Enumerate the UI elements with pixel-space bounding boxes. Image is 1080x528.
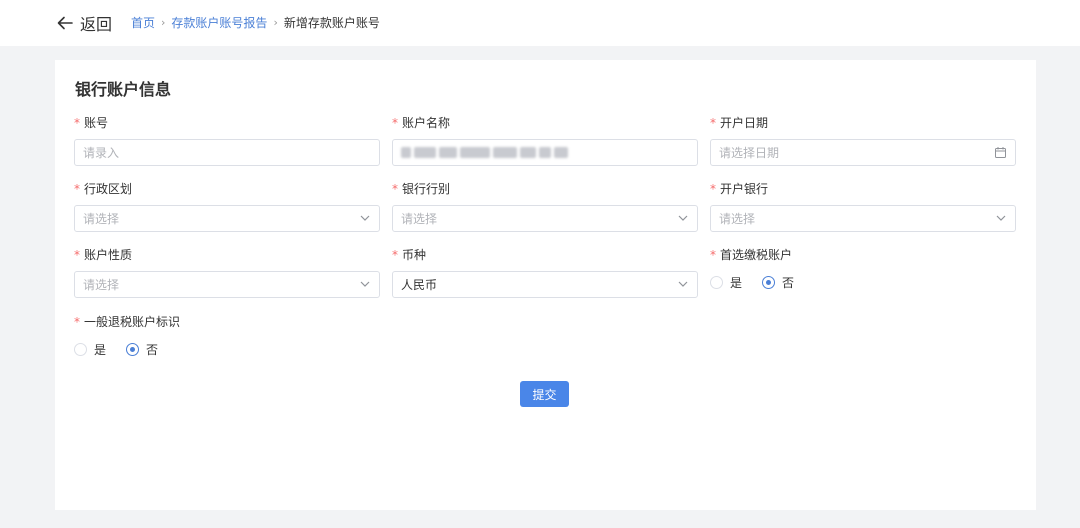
field-label: * 一般退税账户标识 bbox=[74, 314, 380, 330]
open-date-picker[interactable]: 请选择日期 bbox=[710, 139, 1016, 166]
preferred-tax-account-radio-group: 是 否 bbox=[710, 273, 1016, 291]
top-bar: 返回 首页 › 存款账户账号报告 › 新增存款账户账号 bbox=[0, 0, 1080, 46]
account-nature-select[interactable]: 请选择 bbox=[74, 271, 380, 298]
open-date-label: 开户日期 bbox=[720, 116, 769, 130]
required-mark: * bbox=[74, 248, 80, 262]
breadcrumb-current: 新增存款账户账号 bbox=[283, 16, 380, 30]
calendar-icon bbox=[995, 147, 1006, 158]
radio-option-yes[interactable]: 是 bbox=[710, 274, 742, 291]
field-admin-region: * 行政区划 请选择 bbox=[74, 181, 380, 232]
breadcrumb-home[interactable]: 首页 bbox=[131, 14, 155, 31]
admin-region-placeholder: 请选择 bbox=[83, 212, 120, 226]
chevron-down-icon bbox=[996, 215, 1006, 221]
section-title: 银行账户信息 bbox=[75, 80, 172, 99]
back-label: 返回 bbox=[80, 15, 113, 34]
radio-label-no: 否 bbox=[782, 275, 795, 290]
required-mark: * bbox=[710, 116, 716, 130]
field-account-name: * 账户名称 bbox=[392, 115, 698, 166]
chevron-down-icon bbox=[678, 215, 688, 221]
required-mark: * bbox=[74, 182, 80, 196]
currency-label: 币种 bbox=[402, 248, 427, 262]
back-button[interactable]: 返回 bbox=[56, 11, 112, 35]
currency-select[interactable]: 人民币 bbox=[392, 271, 698, 298]
breadcrumb-chevron-right-icon: › bbox=[273, 16, 278, 29]
radio-label-yes: 是 bbox=[94, 342, 107, 357]
arrow-left-icon bbox=[57, 16, 73, 30]
field-label: * 账户性质 bbox=[74, 247, 380, 263]
admin-region-select[interactable]: 请选择 bbox=[74, 205, 380, 232]
radio-circle[interactable] bbox=[74, 342, 87, 356]
opening-bank-select[interactable]: 请选择 bbox=[710, 205, 1016, 232]
chevron-down-icon bbox=[360, 281, 370, 287]
chevron-down-icon bbox=[678, 281, 688, 287]
field-open-date: * 开户日期 请选择日期 bbox=[710, 115, 1016, 166]
required-mark: * bbox=[74, 116, 80, 130]
required-mark: * bbox=[392, 182, 398, 196]
field-preferred-tax-account: * 首选缴税账户 是 否 bbox=[710, 247, 1016, 291]
radio-option-yes[interactable]: 是 bbox=[74, 341, 106, 358]
required-mark: * bbox=[392, 116, 398, 130]
account-number-input[interactable]: 请录入 bbox=[74, 139, 380, 166]
account-nature-placeholder: 请选择 bbox=[83, 278, 120, 292]
required-mark: * bbox=[74, 315, 80, 329]
radio-circle-selected[interactable] bbox=[126, 342, 140, 356]
general-refund-flag-radio-group: 是 否 bbox=[74, 340, 380, 358]
submit-button[interactable]: 提交 bbox=[520, 381, 569, 407]
field-account-nature: * 账户性质 请选择 bbox=[74, 247, 380, 298]
breadcrumb-chevron-right-icon: › bbox=[161, 16, 166, 29]
redacted-value bbox=[401, 147, 568, 158]
currency-value: 人民币 bbox=[401, 278, 438, 292]
opening-bank-label: 开户银行 bbox=[720, 182, 769, 196]
chevron-down-icon bbox=[360, 215, 370, 221]
radio-circle[interactable] bbox=[710, 275, 723, 289]
field-label: * 账号 bbox=[74, 115, 380, 131]
radio-circle-selected[interactable] bbox=[762, 275, 776, 289]
bank-category-label: 银行行别 bbox=[402, 182, 451, 196]
radio-label-no: 否 bbox=[146, 342, 159, 357]
preferred-tax-account-label: 首选缴税账户 bbox=[720, 248, 793, 262]
account-name-label: 账户名称 bbox=[402, 116, 451, 130]
field-label: * 开户日期 bbox=[710, 115, 1016, 131]
field-label: * 首选缴税账户 bbox=[710, 247, 1016, 263]
radio-option-no[interactable]: 否 bbox=[126, 341, 158, 358]
field-general-refund-flag: * 一般退税账户标识 是 否 bbox=[74, 314, 380, 358]
required-mark: * bbox=[710, 248, 716, 262]
form-panel: 银行账户信息 * 账号 请录入 * 账户名称 * 开户日期 请选择日期 * 行政区划 bbox=[55, 60, 1036, 510]
account-name-input[interactable] bbox=[392, 139, 698, 166]
general-refund-flag-label: 一般退税账户标识 bbox=[84, 315, 181, 329]
field-label: * 币种 bbox=[392, 247, 698, 263]
bank-category-placeholder: 请选择 bbox=[401, 212, 438, 226]
required-mark: * bbox=[710, 182, 716, 196]
field-account-number: * 账号 请录入 bbox=[74, 115, 380, 166]
open-date-placeholder: 请选择日期 bbox=[719, 146, 780, 160]
account-number-placeholder: 请录入 bbox=[83, 146, 120, 160]
opening-bank-placeholder: 请选择 bbox=[719, 212, 756, 226]
field-currency: * 币种 人民币 bbox=[392, 247, 698, 298]
field-opening-bank: * 开户银行 请选择 bbox=[710, 181, 1016, 232]
field-label: * 开户银行 bbox=[710, 181, 1016, 197]
required-mark: * bbox=[392, 248, 398, 262]
field-label: * 银行行别 bbox=[392, 181, 698, 197]
field-label: * 行政区划 bbox=[74, 181, 380, 197]
admin-region-label: 行政区划 bbox=[84, 182, 133, 196]
breadcrumb: 首页 › 存款账户账号报告 › 新增存款账户账号 bbox=[131, 14, 380, 31]
account-nature-label: 账户性质 bbox=[84, 248, 133, 262]
radio-label-yes: 是 bbox=[730, 275, 743, 290]
field-bank-category: * 银行行别 请选择 bbox=[392, 181, 698, 232]
breadcrumb-parent[interactable]: 存款账户账号报告 bbox=[171, 14, 267, 31]
field-label: * 账户名称 bbox=[392, 115, 698, 131]
radio-option-no[interactable]: 否 bbox=[762, 274, 794, 291]
account-number-label: 账号 bbox=[84, 116, 109, 130]
bank-category-select[interactable]: 请选择 bbox=[392, 205, 698, 232]
